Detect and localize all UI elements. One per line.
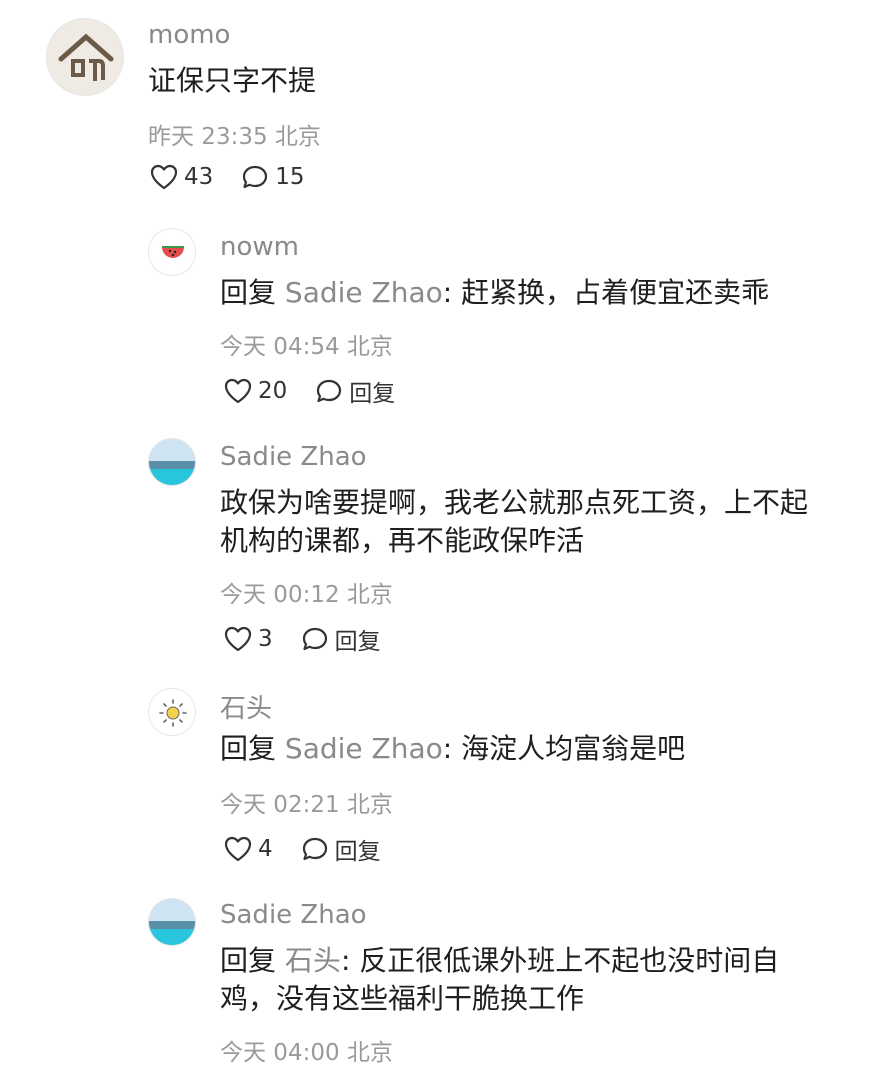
watermelon-avatar-icon: [162, 246, 184, 258]
sun-avatar-icon: [159, 699, 187, 727]
reply-label: 回复: [349, 381, 396, 407]
comment-text: 回复 Sadie Zhao: 赶紧换，占着便宜还卖乖: [220, 274, 840, 312]
like-button[interactable]: 20: [224, 378, 287, 404]
reply-label: 回复: [334, 839, 381, 865]
seascape-avatar-icon: [149, 899, 195, 945]
comment-actions: 3 回复: [224, 622, 409, 656]
comment-meta: 今天 02:21 北京: [220, 785, 393, 819]
like-count: 20: [258, 378, 288, 404]
reply-item: Sadie Zhao 政保为啥要提啊，我老公就那点死工资，上不起机构的课都，再不…: [0, 430, 880, 660]
comment-time: 今天 04:00: [220, 1040, 340, 1066]
comment-text: 政保为啥要提啊，我老公就那点死工资，上不起机构的课都，再不能政保咋活: [220, 486, 809, 557]
comment-actions: 20 回复: [224, 374, 423, 408]
like-button[interactable]: 4: [224, 836, 273, 862]
avatar[interactable]: [148, 898, 196, 946]
avatar[interactable]: [46, 18, 124, 96]
avatar[interactable]: [148, 688, 196, 736]
reply-count: 15: [275, 164, 305, 190]
like-count: 3: [258, 626, 273, 652]
reply-prefix: 回复: [220, 732, 277, 765]
like-count: 43: [184, 164, 214, 190]
comment-username[interactable]: nowm: [220, 232, 299, 262]
comment-meta: 今天 04:54 北京: [220, 327, 393, 361]
reply-label: 回复: [334, 629, 381, 655]
comment-location: 北京: [346, 1040, 393, 1066]
comment-location: 北京: [274, 124, 321, 150]
comment-username[interactable]: 石头: [220, 688, 272, 725]
comment-time: 昨天 23:35: [148, 124, 268, 150]
calligraphy-avatar-icon: [58, 33, 114, 81]
reply-prefix: 回复: [220, 276, 277, 309]
comment-location: 北京: [346, 792, 393, 818]
comment-bubble-icon: [302, 627, 327, 651]
comment-time: 今天 02:21: [220, 792, 340, 818]
comment-body: : 海淀人均富翁是吧: [442, 732, 686, 765]
reply-button[interactable]: 回复: [301, 832, 381, 866]
reply-button[interactable]: 回复: [315, 374, 395, 408]
heart-icon: [224, 836, 252, 862]
comment-location: 北京: [346, 334, 393, 360]
comment-username[interactable]: momo: [148, 20, 230, 50]
comment-location: 北京: [346, 582, 393, 608]
heart-icon: [224, 626, 252, 652]
reply-item: 石头 回复 Sadie Zhao: 海淀人均富翁是吧 今天 02:21 北京 4…: [0, 680, 880, 880]
reply-target[interactable]: 石头: [285, 944, 341, 977]
like-count: 4: [258, 836, 273, 862]
comment-bubble-icon: [243, 165, 268, 189]
comment-body: : 赶紧换，占着便宜还卖乖: [442, 276, 770, 309]
comment-time: 今天 00:12: [220, 582, 340, 608]
like-button[interactable]: 3: [224, 626, 273, 652]
comment-bubble-icon: [302, 837, 327, 861]
heart-icon: [224, 378, 252, 404]
comment-username[interactable]: Sadie Zhao: [220, 442, 367, 472]
reply-prefix: 回复: [220, 944, 277, 977]
reply-target[interactable]: Sadie Zhao: [285, 732, 443, 765]
comment-meta: 昨天 23:35 北京: [148, 117, 321, 151]
reply-target[interactable]: Sadie Zhao: [285, 276, 443, 309]
comment-username[interactable]: Sadie Zhao: [220, 900, 367, 930]
heart-icon: [150, 164, 178, 190]
comment-meta: 今天 00:12 北京: [220, 575, 393, 609]
avatar[interactable]: [148, 438, 196, 486]
avatar[interactable]: [148, 228, 196, 276]
reply-count-button[interactable]: 15: [241, 164, 305, 190]
seascape-avatar-icon: [149, 439, 195, 485]
comment-actions: 4 回复: [224, 832, 409, 866]
comment-actions: 43 15: [150, 164, 333, 190]
comment-item: momo 证保只字不提 昨天 23:35 北京 43 15: [0, 0, 880, 200]
comment-text: 回复 石头: 反正很低课外班上不起也没时间自鸡，没有这些福利干脆换工作: [220, 942, 800, 1018]
comment-text: 证保只字不提: [148, 64, 317, 97]
reply-item: nowm 回复 Sadie Zhao: 赶紧换，占着便宜还卖乖 今天 04:54…: [0, 220, 880, 420]
comment-time: 今天 04:54: [220, 334, 340, 360]
reply-item: Sadie Zhao 回复 石头: 反正很低课外班上不起也没时间自鸡，没有这些福…: [0, 890, 880, 1066]
like-button[interactable]: 43: [150, 164, 213, 190]
comment-text: 回复 Sadie Zhao: 海淀人均富翁是吧: [220, 730, 840, 768]
comment-bubble-icon: [317, 379, 342, 403]
reply-button[interactable]: 回复: [301, 622, 381, 656]
